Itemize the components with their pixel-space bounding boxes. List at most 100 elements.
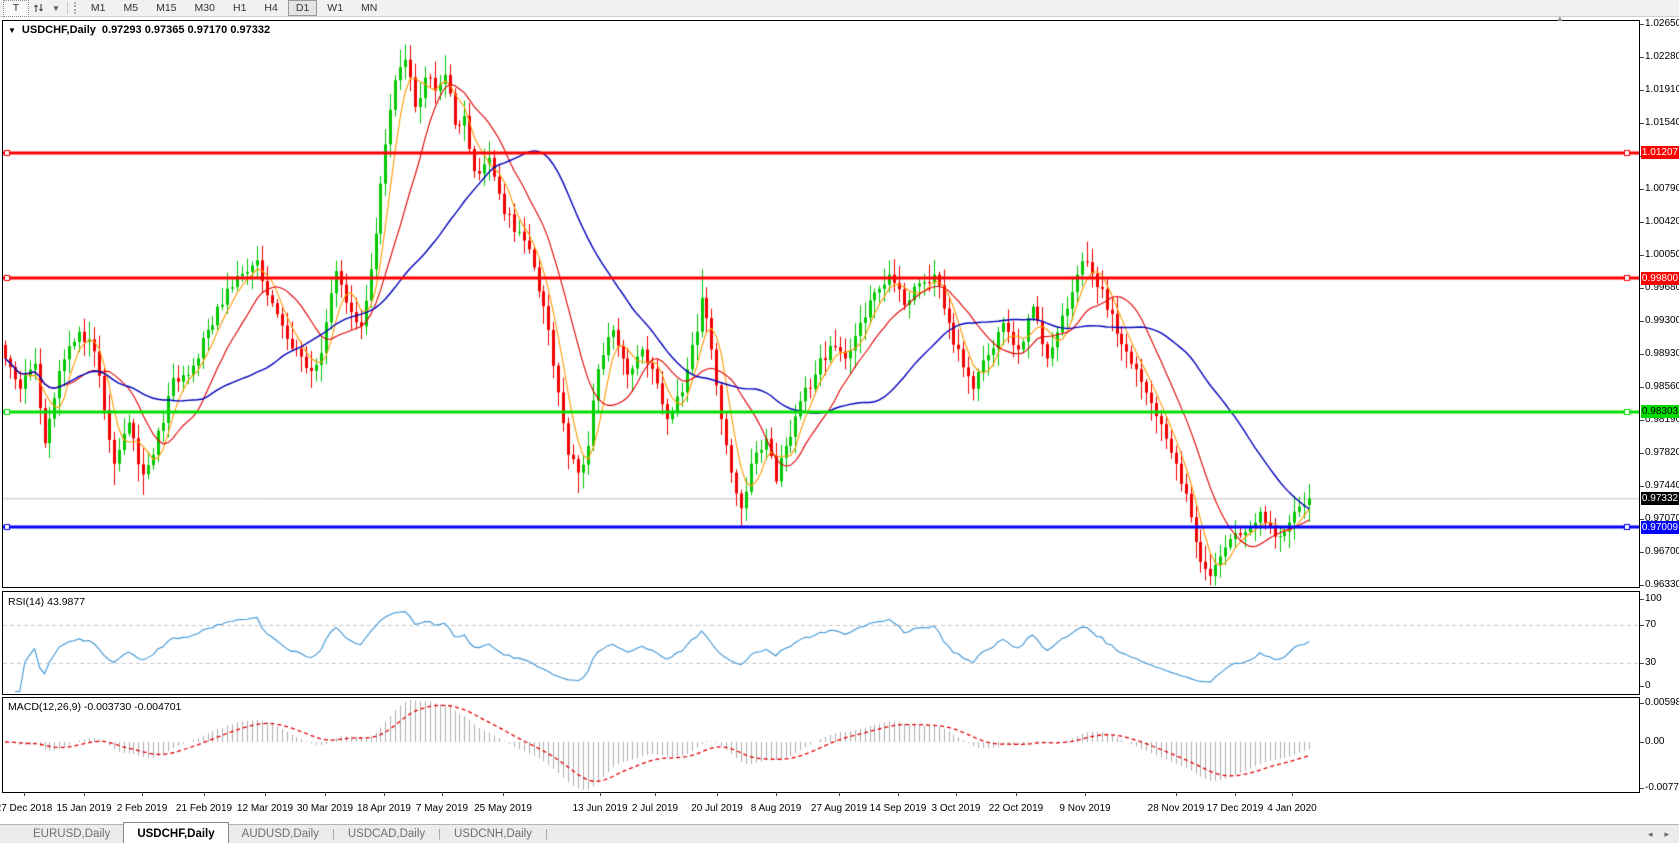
date-axis-label: 25 May 2019 bbox=[474, 803, 532, 814]
chart-symbol: USDCHF,Daily bbox=[22, 24, 96, 36]
rsi-pane bbox=[2, 591, 1640, 695]
date-axis-label: 2 Feb 2019 bbox=[117, 803, 168, 814]
price-axis-label: 1.00790 bbox=[1645, 183, 1679, 194]
rsi-tick bbox=[1640, 625, 1644, 626]
text-tool-button[interactable]: T bbox=[3, 0, 29, 17]
toolbar-separator bbox=[67, 2, 68, 14]
timeframe-button-m15[interactable]: M15 bbox=[148, 0, 184, 16]
rsi-canvas[interactable] bbox=[3, 592, 1639, 694]
date-axis-label: 14 Sep 2019 bbox=[870, 803, 927, 814]
timeframe-button-m1[interactable]: M1 bbox=[83, 0, 114, 16]
date-tick bbox=[84, 792, 85, 796]
chart-tab-usdcnh[interactable]: USDCNH,Daily bbox=[441, 825, 545, 843]
macd-value: -0.003730 -0.004701 bbox=[84, 701, 182, 713]
macd-pane bbox=[2, 697, 1640, 793]
date-axis-label: 7 May 2019 bbox=[416, 803, 468, 814]
timeframe-button-m30[interactable]: M30 bbox=[187, 0, 223, 16]
main-chart-pane bbox=[2, 20, 1640, 588]
price-level-flag: 0.98303 bbox=[1641, 405, 1679, 418]
timeframe-button-w1[interactable]: W1 bbox=[319, 0, 351, 16]
date-axis-label: 28 Nov 2019 bbox=[1148, 803, 1205, 814]
price-axis-label: 1.02280 bbox=[1645, 51, 1679, 62]
price-tick bbox=[1640, 222, 1644, 223]
price-tick bbox=[1640, 123, 1644, 124]
date-tick bbox=[142, 792, 143, 796]
tab-scroll-arrows: ◂ ▸ bbox=[1648, 829, 1669, 840]
date-axis-label: 21 Feb 2019 bbox=[176, 803, 232, 814]
price-tick bbox=[1640, 552, 1644, 553]
rsi-tick bbox=[1640, 599, 1644, 600]
scroll-up-icon[interactable]: ▲ bbox=[1556, 14, 1564, 23]
main-chart-canvas[interactable] bbox=[3, 21, 1639, 587]
chart-ohlc: 0.97293 0.97365 0.97170 0.97332 bbox=[102, 24, 270, 36]
price-axis-label: 1.00420 bbox=[1645, 216, 1679, 227]
price-axis-label: 0.98930 bbox=[1645, 348, 1679, 359]
price-tick bbox=[1640, 585, 1644, 586]
date-axis-label: 3 Oct 2019 bbox=[932, 803, 981, 814]
timeframe-button-h4[interactable]: H4 bbox=[256, 0, 285, 16]
price-tick bbox=[1640, 486, 1644, 487]
current-price-flag: 0.97332 bbox=[1641, 492, 1679, 505]
price-tick bbox=[1640, 321, 1644, 322]
chevron-down-icon: ▼ bbox=[52, 4, 60, 13]
arrange-tool-button[interactable] bbox=[29, 1, 49, 16]
toolbar-grip bbox=[74, 2, 79, 14]
price-axis-label: 1.00050 bbox=[1645, 249, 1679, 260]
toolbar: T ▼ M1M5M15M30H1H4D1W1MN bbox=[0, 0, 1679, 17]
macd-tick bbox=[1640, 788, 1644, 789]
date-axis-label: 22 Oct 2019 bbox=[989, 803, 1043, 814]
date-tick bbox=[776, 792, 777, 796]
date-axis-label: 12 Mar 2019 bbox=[237, 803, 293, 814]
price-axis-label: 1.02650 bbox=[1645, 18, 1679, 29]
tab-scroll-left-button[interactable]: ◂ bbox=[1648, 829, 1653, 840]
date-tick bbox=[265, 792, 266, 796]
date-tick bbox=[1292, 792, 1293, 796]
date-tick bbox=[24, 792, 25, 796]
price-axis-label: 0.96330 bbox=[1645, 579, 1679, 590]
tab-scroll-right-button[interactable]: ▸ bbox=[1664, 829, 1669, 840]
rsi-value: 43.9877 bbox=[47, 596, 85, 608]
price-tick bbox=[1640, 420, 1644, 421]
chart-tabs: EURUSD,DailyUSDCHF,DailyAUDUSD,Daily|USD… bbox=[0, 824, 1679, 843]
date-tick bbox=[442, 792, 443, 796]
date-tick bbox=[600, 792, 601, 796]
date-axis-label: 27 Dec 2018 bbox=[0, 803, 52, 814]
price-axis-label: 0.98560 bbox=[1645, 381, 1679, 392]
macd-label: MACD(12,26,9) -0.003730 -0.004701 bbox=[8, 701, 181, 713]
macd-tick bbox=[1640, 742, 1644, 743]
price-axis-label: 0.97820 bbox=[1645, 447, 1679, 458]
toolbar-dropdown-button[interactable]: ▼ bbox=[49, 1, 63, 16]
date-tick bbox=[1016, 792, 1017, 796]
macd-tick bbox=[1640, 703, 1644, 704]
price-tick bbox=[1640, 189, 1644, 190]
date-axis-label: 8 Aug 2019 bbox=[751, 803, 802, 814]
date-tick bbox=[839, 792, 840, 796]
rsi-label: RSI(14) 43.9877 bbox=[8, 596, 85, 608]
rsi-tick bbox=[1640, 686, 1644, 687]
rsi-axis-label: 100 bbox=[1645, 593, 1662, 604]
chart-tab-audusd[interactable]: AUDUSD,Daily bbox=[229, 825, 332, 843]
rsi-tick bbox=[1640, 663, 1644, 664]
date-axis-label: 4 Jan 2020 bbox=[1267, 803, 1317, 814]
macd-canvas[interactable] bbox=[3, 698, 1639, 792]
date-tick bbox=[325, 792, 326, 796]
chart-tab-usdchf[interactable]: USDCHF,Daily bbox=[123, 822, 228, 843]
arrows-icon bbox=[33, 2, 45, 14]
date-axis-label: 30 Mar 2019 bbox=[297, 803, 353, 814]
timeframe-button-h1[interactable]: H1 bbox=[225, 0, 254, 16]
tab-separator: | bbox=[545, 825, 548, 843]
date-tick bbox=[717, 792, 718, 796]
chart-dropdown-arrow-icon[interactable]: ▼ bbox=[8, 26, 16, 35]
price-tick bbox=[1640, 387, 1644, 388]
chart-tab-usdcad[interactable]: USDCAD,Daily bbox=[335, 825, 438, 843]
macd-axis-label: -0.00773 bbox=[1645, 782, 1679, 793]
rsi-axis-label: 30 bbox=[1645, 657, 1656, 668]
chart-tab-eurusd[interactable]: EURUSD,Daily bbox=[20, 825, 123, 843]
date-tick bbox=[1085, 792, 1086, 796]
timeframe-button-mn[interactable]: MN bbox=[353, 0, 385, 16]
timeframe-button-d1[interactable]: D1 bbox=[288, 0, 317, 16]
price-axis-label: 1.01540 bbox=[1645, 117, 1679, 128]
timeframe-button-m5[interactable]: M5 bbox=[116, 0, 147, 16]
date-tick bbox=[384, 792, 385, 796]
date-axis-label: 13 Jun 2019 bbox=[572, 803, 627, 814]
